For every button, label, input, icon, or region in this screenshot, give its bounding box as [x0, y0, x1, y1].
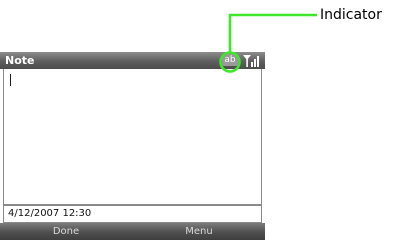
callout-overlay [219, 13, 317, 73]
indicator-callout-label: Indicator [320, 7, 382, 23]
callout-leader-line [228, 13, 317, 52]
indicator-highlight-circle [219, 51, 241, 73]
